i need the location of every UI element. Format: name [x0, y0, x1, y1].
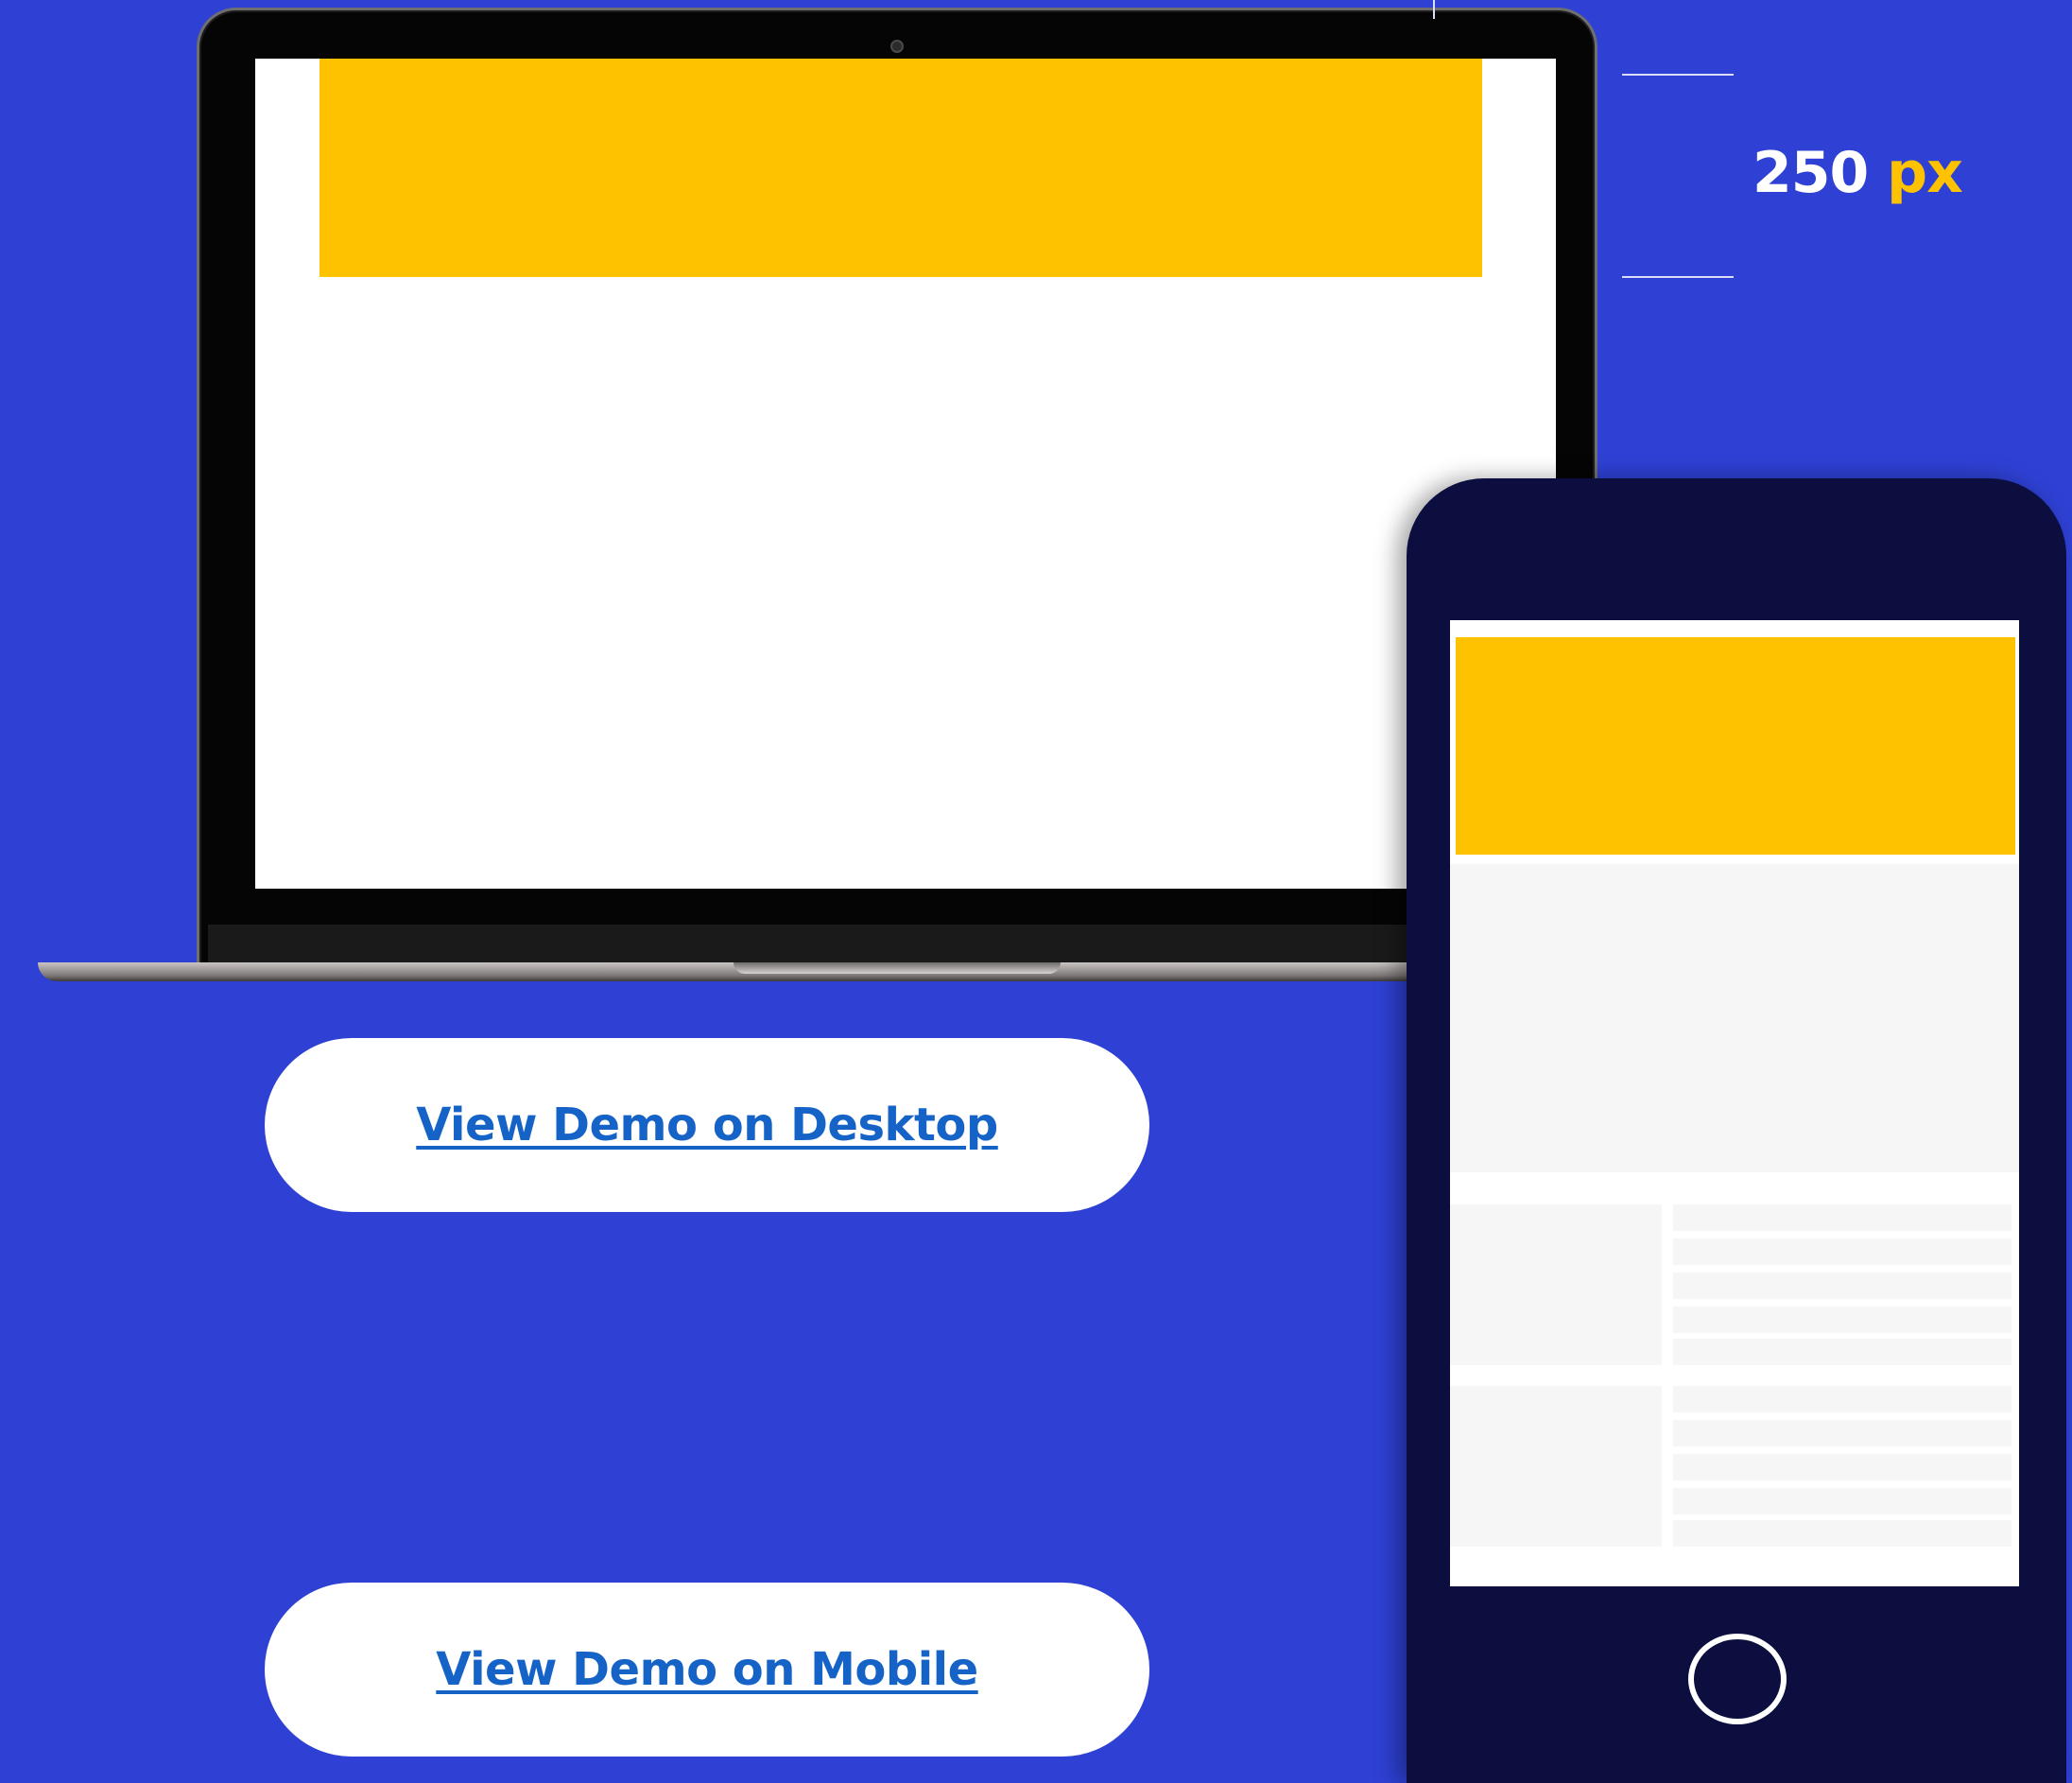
- phone-mockup: [1407, 478, 2066, 1783]
- laptop-notch: [734, 962, 1061, 974]
- phone-text-line-placeholder: [1673, 1204, 2012, 1231]
- banner-height-value: 250: [1753, 140, 1869, 206]
- phone-text-line-placeholder: [1673, 1307, 2012, 1333]
- laptop-screen: [255, 59, 1556, 889]
- measure-line-bottom: [1622, 276, 1734, 278]
- phone-banner-placeholder: [1456, 637, 2015, 855]
- page-canvas: 250 px View Demo on Desktop View Demo on…: [0, 0, 2072, 1783]
- banner-height-label: 250 px: [1753, 140, 1963, 206]
- measure-tick-top: [1433, 0, 1435, 19]
- home-button-icon[interactable]: [1688, 1634, 1787, 1724]
- phone-thumbnail-placeholder: [1450, 1204, 1662, 1365]
- phone-hero-placeholder: [1450, 864, 2019, 1172]
- view-demo-mobile-button[interactable]: View Demo on Mobile: [265, 1583, 1149, 1757]
- phone-text-line-placeholder: [1673, 1454, 2012, 1480]
- banner-height-unit: px: [1887, 140, 1963, 206]
- phone-screen: [1450, 620, 2019, 1586]
- view-demo-desktop-button[interactable]: View Demo on Desktop: [265, 1038, 1149, 1212]
- phone-text-line-placeholder: [1673, 1272, 2012, 1299]
- phone-text-line-placeholder: [1673, 1420, 2012, 1446]
- view-demo-desktop-label: View Demo on Desktop: [416, 1099, 998, 1151]
- laptop-banner-placeholder: [319, 59, 1482, 277]
- phone-text-line-placeholder: [1673, 1238, 2012, 1265]
- phone-text-line-placeholder: [1673, 1488, 2012, 1515]
- phone-text-line-placeholder: [1673, 1520, 2012, 1547]
- phone-text-line-placeholder: [1673, 1386, 2012, 1412]
- view-demo-mobile-label: View Demo on Mobile: [436, 1643, 978, 1696]
- laptop-bottom-bezel: [208, 925, 1594, 962]
- measure-line-top: [1622, 74, 1734, 76]
- phone-text-line-placeholder: [1673, 1339, 2012, 1365]
- phone-thumbnail-placeholder: [1450, 1386, 1662, 1547]
- camera-icon: [890, 40, 904, 53]
